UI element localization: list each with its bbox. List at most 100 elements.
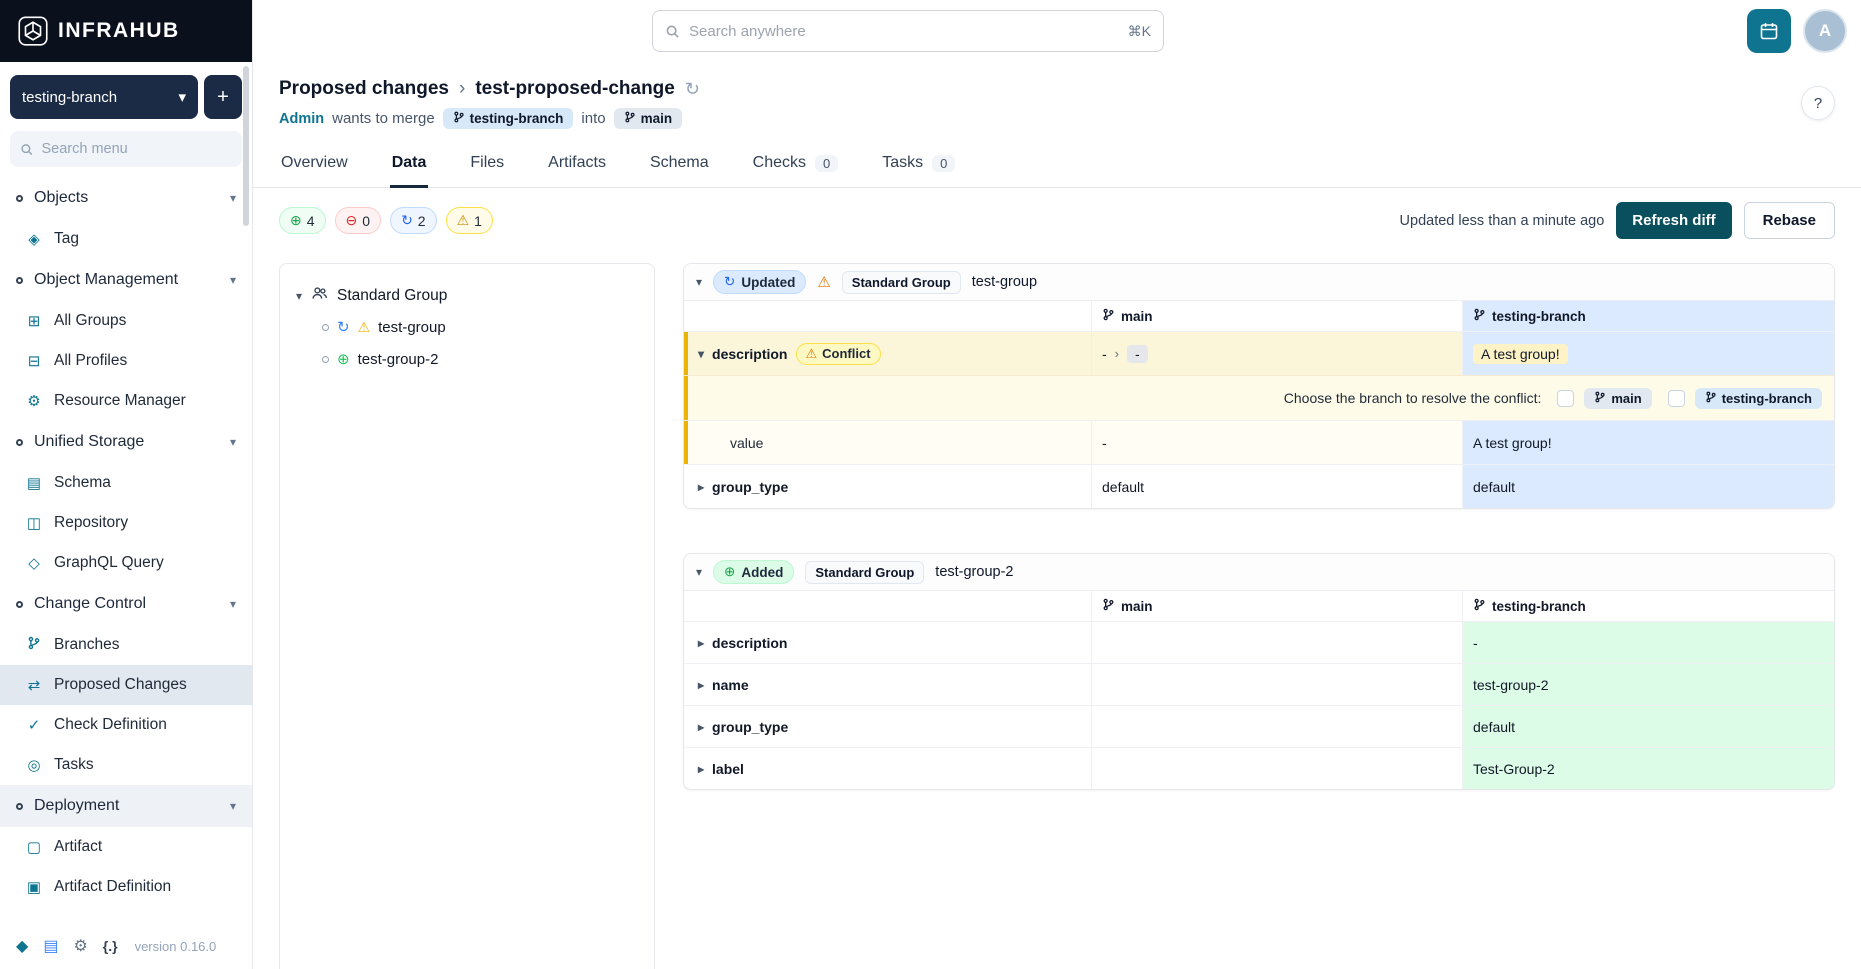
main-value-cell: - › - — [1091, 332, 1462, 375]
branch-selector-label: testing-branch — [22, 89, 117, 106]
sidebar-section-object-management[interactable]: Object Management ▾ — [0, 259, 252, 301]
help-button[interactable]: ? — [1801, 86, 1835, 120]
menu-search[interactable] — [10, 131, 242, 167]
chevron-right-icon[interactable]: ▸ — [698, 636, 704, 650]
tab-artifacts[interactable]: Artifacts — [546, 143, 608, 188]
app-window: INFRAHUB testing-branch ▾ + Objects ▾ ◈ — [0, 0, 1861, 969]
section-label: Unified Storage — [34, 433, 144, 451]
api-docs-icon[interactable]: ◆ — [16, 936, 28, 956]
chevron-right-icon[interactable]: ▸ — [698, 480, 704, 494]
global-search[interactable]: ⌘K — [652, 10, 1164, 52]
breadcrumb-root[interactable]: Proposed changes — [279, 78, 449, 100]
tab-tasks[interactable]: Tasks 0 — [880, 143, 957, 188]
resolve-main-checkbox[interactable] — [1557, 390, 1574, 407]
conflict-label: Conflict — [822, 346, 870, 361]
sidebar-item-label: Resource Manager — [54, 392, 186, 410]
sidebar-item-graphql-query[interactable]: ◇ GraphQL Query — [0, 543, 252, 583]
sidebar-item-tasks[interactable]: ◎ Tasks — [0, 745, 252, 785]
chevron-right-icon[interactable]: ▸ — [698, 678, 704, 692]
app-logo[interactable]: INFRAHUB — [0, 0, 252, 62]
diff-card-header[interactable]: ▾ ⊕ Added Standard Group test-group-2 — [684, 554, 1834, 591]
description-row[interactable]: ▾ description ⚠ Conflict - › - — [684, 331, 1834, 375]
group-type-row[interactable]: ▸ group_type default default — [684, 464, 1834, 508]
conflict-count: 1 — [474, 213, 482, 229]
tab-schema[interactable]: Schema — [648, 143, 711, 188]
time-travel-button[interactable] — [1747, 9, 1791, 53]
sidebar-item-check-definition[interactable]: ✓ Check Definition — [0, 705, 252, 745]
sidebar-item-schema[interactable]: ▤ Schema — [0, 463, 252, 503]
sidebar-item-artifact-definition[interactable]: ▣ Artifact Definition — [0, 867, 252, 907]
sidebar-item-branches[interactable]: Branches — [0, 625, 252, 665]
object-name: test-group-2 — [935, 564, 1013, 580]
tab-bar: Overview Data Files Artifacts Schema Che… — [253, 143, 1861, 188]
removed-count-badge: ⊖ 0 — [335, 207, 382, 234]
group-type-row[interactable]: ▸ group_type default — [684, 705, 1834, 747]
branch-selector[interactable]: testing-branch ▾ — [10, 75, 198, 119]
resolve-branch-checkbox[interactable] — [1668, 390, 1685, 407]
git-branch-icon — [453, 111, 465, 126]
diff-card-header[interactable]: ▾ ↻ Updated ⚠ Standard Group test-group — [684, 264, 1834, 301]
menu-search-input[interactable] — [41, 141, 232, 157]
label-row[interactable]: ▸ label Test-Group-2 — [684, 747, 1834, 789]
collapse-chevron-icon[interactable]: ▾ — [696, 565, 702, 579]
tree-node-label: test-group-2 — [358, 351, 439, 368]
graphql-sandbox-icon[interactable]: {.} — [103, 938, 118, 954]
repository-icon: ◫ — [24, 514, 44, 532]
create-branch-button[interactable]: + — [204, 75, 242, 119]
refresh-diff-button[interactable]: Refresh diff — [1616, 202, 1731, 239]
main-column-header: main — [1091, 301, 1462, 331]
groups-icon: ⊞ — [24, 312, 44, 330]
sidebar-scrollbar[interactable] — [243, 66, 249, 226]
sidebar-section-change-control[interactable]: Change Control ▾ — [0, 583, 252, 625]
sidebar-section-unified-storage[interactable]: Unified Storage ▾ — [0, 421, 252, 463]
sidebar-item-all-groups[interactable]: ⊞ All Groups — [0, 301, 252, 341]
main-value-cell — [1091, 748, 1462, 789]
sidebar-section-deployment[interactable]: Deployment ▾ — [0, 785, 252, 827]
name-row[interactable]: ▸ name test-group-2 — [684, 663, 1834, 705]
refresh-icon[interactable]: ↻ — [685, 79, 700, 100]
sidebar-item-resource-manager[interactable]: ⚙ Resource Manager — [0, 381, 252, 421]
sidebar-item-proposed-changes[interactable]: ⇄ Proposed Changes — [0, 665, 252, 705]
global-search-input[interactable] — [689, 23, 1119, 40]
merge-author-link[interactable]: Admin — [279, 111, 324, 127]
tree-node-test-group-2[interactable]: ⊕ test-group-2 — [280, 343, 654, 375]
tree-node-standard-group[interactable]: ▾ Standard Group — [280, 280, 654, 311]
git-branch-icon — [1705, 391, 1717, 406]
new-value-pill: - — [1127, 345, 1148, 363]
empty-header-cell — [684, 301, 1091, 331]
diff-card-test-group-2: ▾ ⊕ Added Standard Group test-group-2 — [683, 553, 1835, 790]
docs-icon[interactable]: ▤ — [43, 936, 58, 956]
chevron-down-icon[interactable]: ▾ — [698, 347, 704, 361]
sidebar-item-label: GraphQL Query — [54, 554, 164, 572]
attribute-name: description — [712, 635, 787, 651]
diff-stats: ⊕ 4 ⊖ 0 ↻ 2 ⚠ 1 — [279, 207, 493, 234]
sidebar-section-objects[interactable]: Objects ▾ — [0, 177, 252, 219]
section-label: Change Control — [34, 595, 146, 613]
section-label: Objects — [34, 189, 88, 207]
branch-value-cell: Test-Group-2 — [1462, 748, 1834, 789]
tree-node-test-group[interactable]: ↻ ⚠ test-group — [280, 311, 654, 343]
sidebar-item-artifact[interactable]: ▢ Artifact — [0, 827, 252, 867]
branch-value: A test group! — [1473, 435, 1552, 451]
branch-value-cell: A test group! — [1462, 421, 1834, 464]
chevron-right-icon[interactable]: ▸ — [698, 762, 704, 776]
description-row[interactable]: ▸ description - — [684, 621, 1834, 663]
tab-overview[interactable]: Overview — [279, 143, 350, 188]
warning-icon: ⚠ — [817, 273, 830, 291]
sidebar-item-tag[interactable]: ◈ Tag — [0, 219, 252, 259]
settings-gear-icon[interactable]: ⚙ — [73, 936, 87, 956]
tab-data[interactable]: Data — [390, 143, 429, 188]
tab-files[interactable]: Files — [468, 143, 506, 188]
sidebar-item-all-profiles[interactable]: ⊟ All Profiles — [0, 341, 252, 381]
tab-checks[interactable]: Checks 0 — [751, 143, 841, 188]
user-avatar[interactable]: A — [1803, 9, 1847, 53]
sidebar-item-repository[interactable]: ◫ Repository — [0, 503, 252, 543]
collapse-chevron-icon[interactable]: ▾ — [696, 275, 702, 289]
rebase-button[interactable]: Rebase — [1744, 202, 1835, 239]
chevron-down-icon: ▾ — [230, 191, 236, 205]
chevron-right-icon[interactable]: ▸ — [698, 720, 704, 734]
attribute-name: label — [712, 761, 744, 777]
git-branch-icon — [624, 111, 636, 126]
main-value: - — [1102, 435, 1107, 451]
plus-circle-icon: ⊕ — [724, 564, 735, 580]
